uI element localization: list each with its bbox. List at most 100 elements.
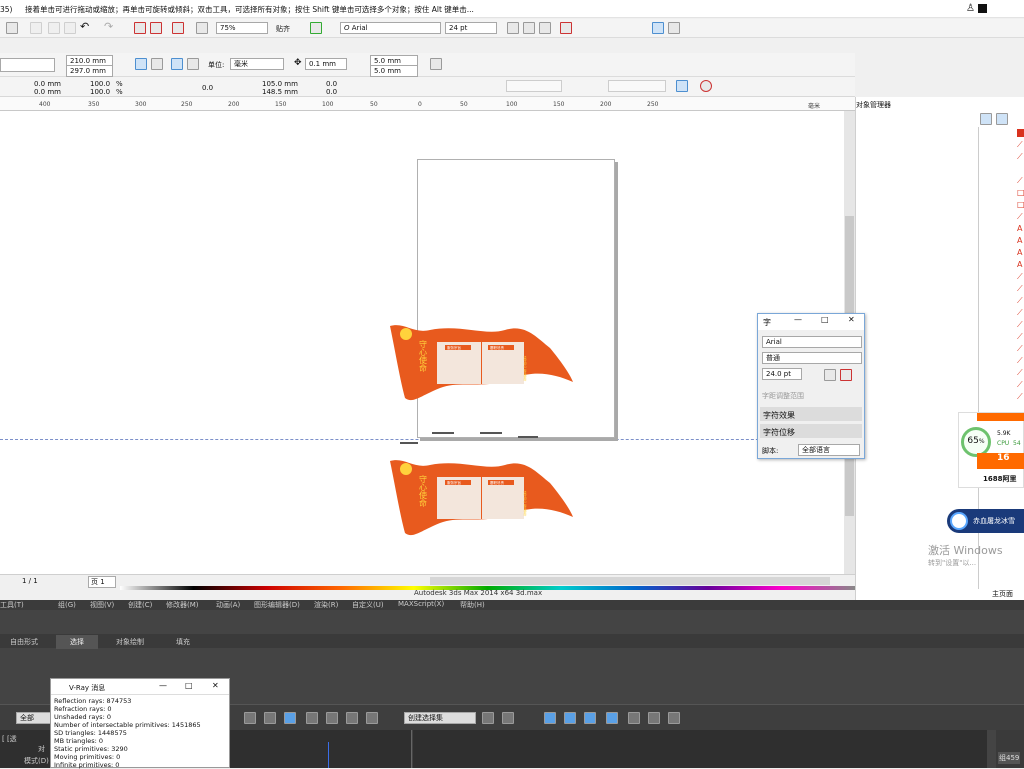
render-icon[interactable] xyxy=(668,712,680,724)
close-icon[interactable]: ✕ xyxy=(848,315,855,324)
rotation-angle[interactable]: 0.0 xyxy=(202,84,213,92)
redo-icon[interactable]: ↷ xyxy=(104,20,113,33)
render-setup-icon[interactable] xyxy=(628,712,640,724)
nudge-input[interactable]: 0.1 mm xyxy=(305,58,347,70)
menu-item[interactable]: MAXScript(X) xyxy=(398,600,444,608)
schematic-icon[interactable] xyxy=(584,712,596,724)
render-frame-icon[interactable] xyxy=(648,712,660,724)
flag-display-board-top[interactable]: 服务宗旨 履职尽责 守心使命 坚守初心 担当使命 xyxy=(385,320,580,405)
horizontal-ruler[interactable]: 400 350 300 250 200 150 100 50 0 50 100 … xyxy=(0,97,855,111)
close-icon[interactable]: ✕ xyxy=(212,681,219,690)
color-icon[interactable] xyxy=(840,369,852,381)
landscape-icon[interactable] xyxy=(151,58,163,70)
panel-style-select[interactable]: 普通 xyxy=(762,352,862,364)
scale-y[interactable]: 100.0 xyxy=(90,88,110,96)
current-page-icon[interactable] xyxy=(187,58,199,70)
menu-item[interactable]: 自定义(U) xyxy=(352,600,384,610)
ribbon-tab-active[interactable]: 选择 xyxy=(56,635,98,649)
options-icon[interactable] xyxy=(310,22,322,34)
layers-icon[interactable] xyxy=(980,113,992,125)
effects-section[interactable]: 字符效果 xyxy=(760,407,862,421)
percent-snap-icon[interactable] xyxy=(346,712,358,724)
angle-snap-icon[interactable] xyxy=(326,712,338,724)
horizontal-scrollbar[interactable] xyxy=(430,577,830,585)
undo-icon[interactable]: ↶ xyxy=(80,20,89,33)
pen-icon[interactable]: ♙ xyxy=(966,3,975,14)
maximize-icon[interactable]: □ xyxy=(821,315,829,324)
import-icon[interactable] xyxy=(134,22,146,34)
filter-select[interactable]: 全部 xyxy=(16,712,54,724)
duplicate-y-input[interactable]: 5.0 mm xyxy=(370,65,418,77)
minimize-icon[interactable]: — xyxy=(794,315,802,324)
rel-y[interactable]: 0.0 xyxy=(326,88,337,96)
color-wheel-icon[interactable] xyxy=(700,80,712,92)
snap-dropdown[interactable]: 贴齐 xyxy=(276,24,290,34)
layers-icon[interactable] xyxy=(544,712,556,724)
pos-y[interactable]: 0.0 mm xyxy=(34,88,61,96)
center-x[interactable]: 105.0 mm xyxy=(262,80,298,88)
font-size-select[interactable]: 24 pt xyxy=(445,22,497,34)
ribbon-tab[interactable]: 填充 xyxy=(176,637,190,647)
flag-display-board-bottom[interactable]: 服务宗旨 履职尽责 守心使命 坚守初心 担当使命 xyxy=(385,455,580,540)
offset-section[interactable]: 字符位移 xyxy=(760,424,862,438)
snap-icon[interactable] xyxy=(306,712,318,724)
script-select[interactable]: 全部语言 xyxy=(798,444,860,456)
menu-item[interactable]: 工具(T) xyxy=(0,600,24,610)
paste-icon[interactable] xyxy=(64,22,76,34)
print-icon[interactable] xyxy=(6,22,18,34)
spinner-snap-icon[interactable] xyxy=(366,712,378,724)
export-icon[interactable] xyxy=(150,22,162,34)
menu-item[interactable]: 渲染(R) xyxy=(314,600,338,610)
align-icon[interactable] xyxy=(502,712,514,724)
cut-icon[interactable] xyxy=(30,22,42,34)
text-color-icon[interactable] xyxy=(560,22,572,34)
menu-item[interactable]: 帮助(H) xyxy=(460,600,485,610)
fill-swatch[interactable] xyxy=(978,4,987,13)
select-icon[interactable] xyxy=(244,712,256,724)
home-page-label[interactable]: 主页面 xyxy=(992,589,1013,599)
pos-x[interactable]: 0.0 mm xyxy=(34,80,61,88)
ribbon-tab[interactable]: 对象绘制 xyxy=(116,637,144,647)
app-launcher-icon[interactable] xyxy=(196,22,208,34)
menu-item[interactable]: 动画(A) xyxy=(216,600,240,610)
columns-icon[interactable] xyxy=(668,22,680,34)
curve-editor-icon[interactable] xyxy=(564,712,576,724)
menu-item[interactable]: 图形编辑器(D) xyxy=(254,600,300,610)
cpu-widget[interactable]: 65% 5.9K CPU 54 16 1688阿里 xyxy=(958,412,1024,488)
scale-x[interactable]: 100.0 xyxy=(90,80,110,88)
viewport-right[interactable] xyxy=(413,730,987,768)
ribbon-tab[interactable]: 自由形式 xyxy=(10,637,38,647)
properties-icon[interactable] xyxy=(996,113,1008,125)
menu-item[interactable]: 创建(C) xyxy=(128,600,152,610)
all-pages-icon[interactable] xyxy=(171,58,183,70)
panel-font-select[interactable]: Arial xyxy=(762,336,862,348)
italic-icon[interactable] xyxy=(523,22,535,34)
page-height-input[interactable]: 297.0 mm xyxy=(66,65,113,77)
material-editor-icon[interactable] xyxy=(606,712,618,724)
minimize-icon[interactable]: — xyxy=(159,681,167,690)
underline-icon[interactable] xyxy=(824,369,836,381)
move-icon[interactable] xyxy=(264,712,276,724)
menu-item[interactable]: 组(G) xyxy=(58,600,76,610)
rel-x[interactable]: 0.0 xyxy=(326,80,337,88)
rotate-icon[interactable] xyxy=(284,712,296,724)
hand-tool-icon[interactable] xyxy=(676,80,688,92)
guideline[interactable] xyxy=(0,439,844,440)
publish-icon[interactable] xyxy=(172,22,184,34)
menu-item[interactable]: 修改器(M) xyxy=(166,600,199,610)
bold-icon[interactable] xyxy=(507,22,519,34)
mirror-icon[interactable] xyxy=(482,712,494,724)
outline-select[interactable] xyxy=(506,80,562,92)
treat-as-filled-icon[interactable] xyxy=(430,58,442,70)
zoom-select[interactable]: 75% xyxy=(216,22,268,34)
copy-icon[interactable] xyxy=(48,22,60,34)
center-y[interactable]: 148.5 mm xyxy=(262,88,298,96)
portrait-icon[interactable] xyxy=(135,58,147,70)
selection-set-select[interactable]: 创建选择集 xyxy=(404,712,476,724)
page-tab[interactable]: 页 1 xyxy=(88,576,116,588)
underline-icon[interactable] xyxy=(539,22,551,34)
align-icon[interactable] xyxy=(652,22,664,34)
fill-select[interactable] xyxy=(608,80,666,92)
page-size-select[interactable] xyxy=(0,58,55,72)
panel-size-input[interactable]: 24.0 pt xyxy=(762,368,802,380)
